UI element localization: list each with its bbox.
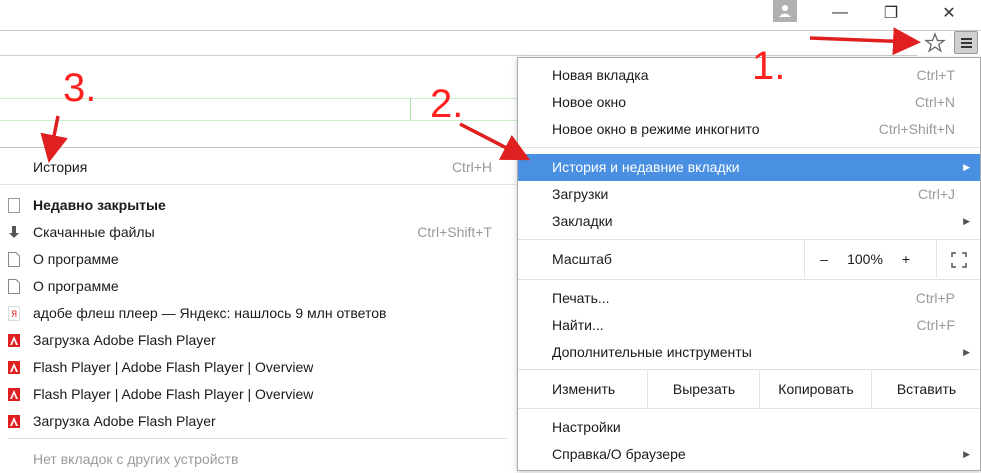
callout-1: 1.	[752, 44, 786, 88]
arrow-2	[459, 122, 531, 161]
arrow-3	[40, 115, 68, 163]
annotation-overlay	[40, 27, 921, 163]
callout-2: 2.	[430, 82, 464, 126]
arrow-1	[809, 27, 921, 56]
callout-3: 3.	[63, 66, 97, 110]
